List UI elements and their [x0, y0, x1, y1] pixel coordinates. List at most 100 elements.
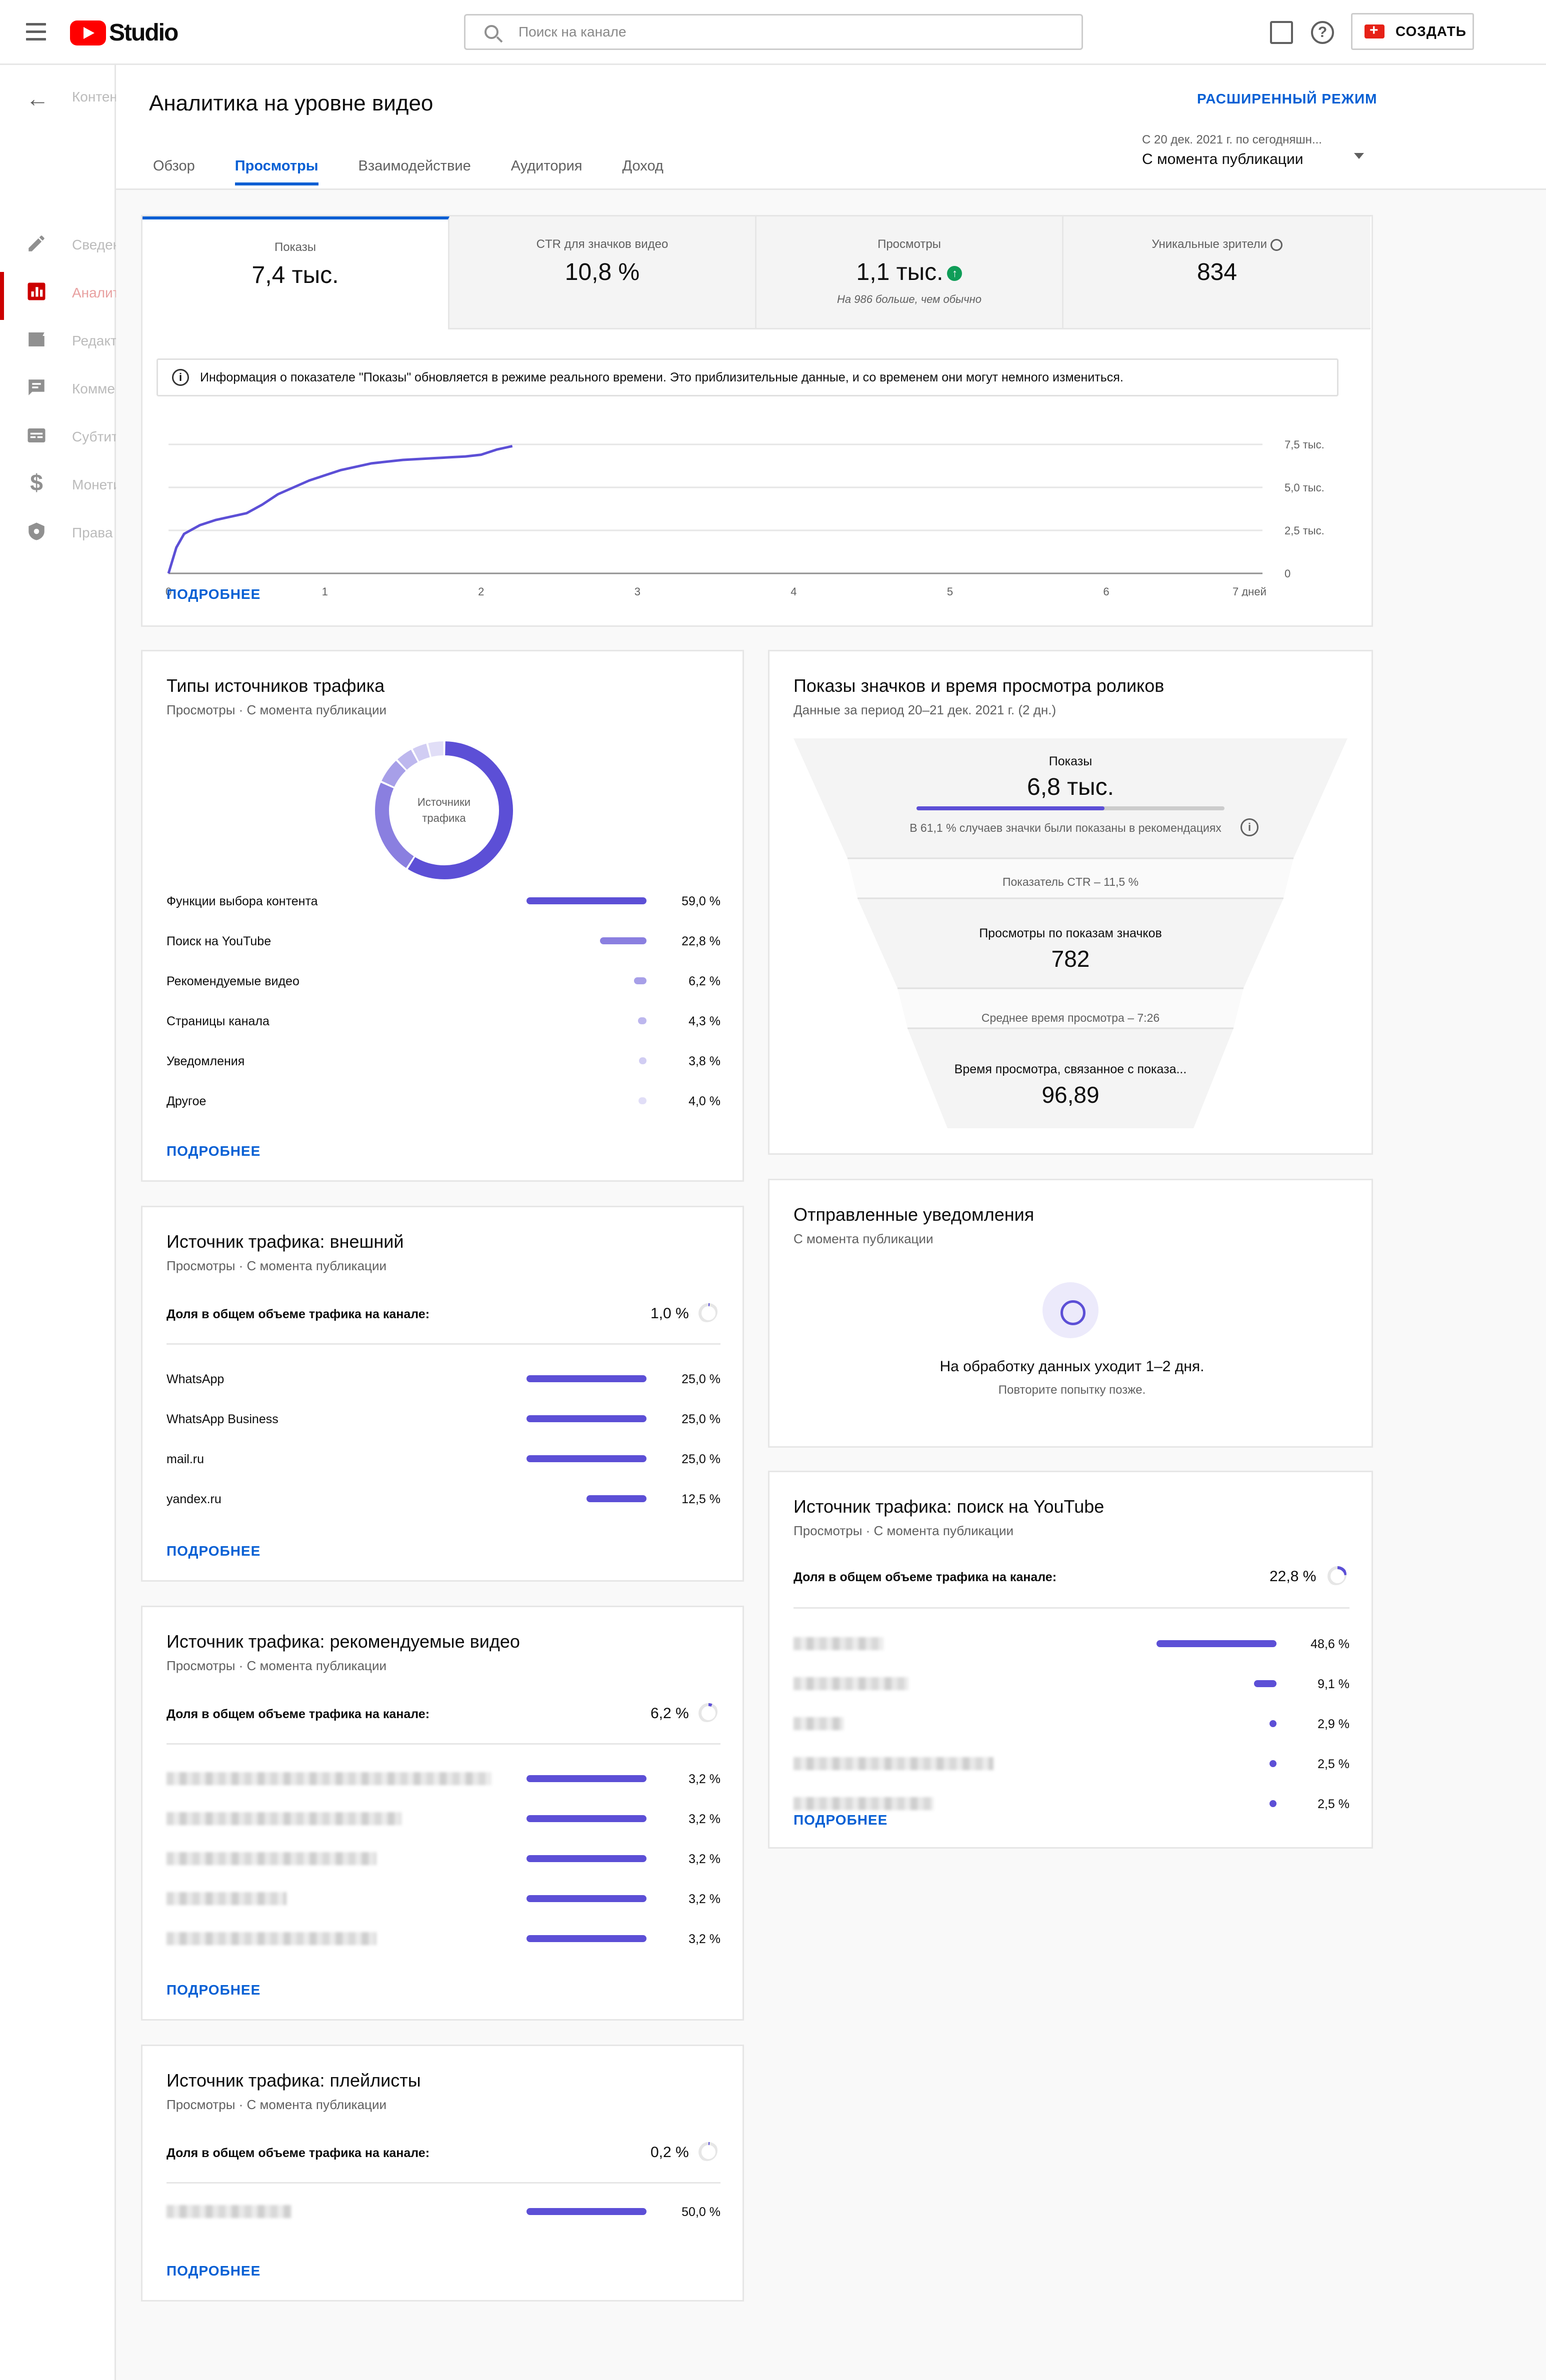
metric-impressions[interactable]: Показы 7,4 тыс. — [142, 216, 450, 329]
more-link[interactable]: ПОДРОБНЕЕ — [794, 1812, 888, 1828]
card-subtitle: Просмотры · С момента публикации — [166, 702, 386, 717]
list-item-percent: 12,5 % — [682, 1492, 720, 1506]
chevron-down-icon — [1354, 153, 1364, 159]
x-tick-label: 7 дней — [1232, 585, 1266, 596]
feedback-icon[interactable] — [1270, 21, 1293, 44]
subtitles-icon — [28, 428, 46, 442]
list-item: 2,9 % — [794, 1714, 1350, 1734]
funnel-card: Показы значков и время просмотра роликов… — [768, 650, 1373, 1155]
metric-value: 7,4 тыс. — [252, 262, 339, 288]
donut-slice — [397, 749, 418, 770]
back-arrow-icon[interactable]: ← — [26, 85, 49, 112]
sidebar-item-subtitles[interactable]: Субтитры — [72, 429, 116, 445]
info-icon[interactable]: i — [1240, 818, 1258, 836]
metrics-card: Показы 7,4 тыс. CTR для значков видео 10… — [141, 215, 1373, 627]
list-item-percent: 9,1 % — [1318, 1677, 1350, 1691]
card-subtitle: Данные за период 20–21 дек. 2021 г. (2 д… — [794, 702, 1056, 717]
share-bar — [526, 1935, 646, 1942]
period-value: С момента публикации — [1142, 151, 1304, 167]
menu-icon[interactable] — [26, 23, 46, 41]
playlists-traffic-card: Источник трафика: плейлисты Просмотры · … — [141, 2045, 744, 2302]
metric-label: Просмотры — [878, 237, 941, 251]
sidebar-item-details[interactable]: Сведения — [72, 237, 116, 253]
tab-overview[interactable]: Обзор — [153, 158, 195, 185]
metric-note: На 986 больше, чем обычно — [837, 293, 982, 305]
shield-icon — [28, 522, 44, 540]
redacted-name — [166, 1932, 376, 1945]
list-item: mail.ru 25,0 % — [166, 1449, 720, 1469]
create-button[interactable]: СОЗДАТЬ — [1351, 13, 1474, 50]
card-subtitle: С момента публикации — [794, 1231, 934, 1246]
tab-engagement[interactable]: Взаимодействие — [358, 158, 471, 185]
metric-ctr[interactable]: CTR для значков видео 10,8 % — [450, 216, 756, 329]
sidebar-item-analytics[interactable]: Аналитика — [72, 285, 116, 301]
metric-value-wrap: 1,1 тыс. ↑ — [756, 258, 1062, 286]
sidebar-item-comments[interactable]: Комментарии — [72, 381, 116, 397]
sidebar-active-indicator — [0, 272, 4, 320]
tab-revenue[interactable]: Доход — [622, 158, 664, 185]
share-bar — [526, 1775, 646, 1782]
list-item-percent: 4,0 % — [688, 1094, 720, 1108]
list-item: 2,5 % — [794, 1794, 1350, 1814]
list-item: 2,5 % — [794, 1754, 1350, 1774]
list-item-percent: 25,0 % — [682, 1372, 720, 1386]
donut-slice — [382, 760, 406, 787]
more-link[interactable]: ПОДРОБНЕЕ — [166, 2263, 260, 2279]
more-link[interactable]: ПОДРОБНЕЕ — [166, 1143, 260, 1159]
metric-unique-viewers[interactable]: Уникальные зрители 834 — [1064, 216, 1370, 329]
y-tick-label: 0 — [1284, 567, 1290, 580]
advanced-mode-link[interactable]: РАСШИРЕННЫЙ РЕЖИМ — [1197, 91, 1377, 107]
clock-icon — [1042, 1282, 1098, 1338]
share-bar — [526, 1455, 646, 1462]
list-item-name: yandex.ru — [166, 1492, 222, 1506]
help-icon[interactable]: ? — [1311, 21, 1334, 44]
donut-label-line: Источники — [417, 796, 471, 808]
period-range: С 20 дек. 2021 г. по сегодняшн... — [1142, 133, 1322, 146]
list-item-name: Страницы канала — [166, 1014, 270, 1028]
dollar-icon: $ — [30, 469, 43, 495]
metric-label: Показы — [274, 240, 316, 254]
x-tick-label: 1 — [322, 585, 328, 596]
redacted-name — [166, 1852, 376, 1865]
share-bar — [638, 1057, 646, 1064]
sidebar-item-copyright[interactable]: Права — [72, 525, 116, 541]
list-item-name: Рекомендуемые видео — [166, 974, 300, 988]
list-item-percent: 48,6 % — [1310, 1637, 1350, 1651]
metric-label-wrap: Уникальные зрители — [1064, 237, 1370, 251]
list-item: Поиск на YouTube 22,8 % — [166, 931, 720, 951]
period-selector[interactable]: С 20 дек. 2021 г. по сегодняшн... С моме… — [1142, 133, 1364, 168]
divider — [794, 1607, 1350, 1609]
share-bar — [586, 1495, 646, 1502]
list-item: WhatsApp Business 25,0 % — [166, 1409, 720, 1429]
impressions-line-chart: 02,5 тыс.5,0 тыс.7,5 тыс.0 1 2 3 4 5 6 7 дней — [166, 438, 1324, 596]
list-item-percent: 2,5 % — [1318, 1757, 1350, 1771]
list-item-percent: 22,8 % — [682, 934, 720, 948]
x-tick-label: 6 — [1103, 585, 1109, 596]
tab-views[interactable]: Просмотры — [234, 158, 318, 185]
more-link[interactable]: ПОДРОБНЕЕ — [166, 1982, 260, 1998]
sidebar-item-monetization[interactable]: Монетизация — [72, 477, 116, 493]
metric-views[interactable]: Просмотры 1,1 тыс. ↑ На 986 больше, чем о… — [756, 216, 1064, 329]
search-input[interactable]: Поиск на канале — [464, 14, 1083, 50]
external-traffic-card: Источник трафика: внешний Просмотры · С … — [141, 1206, 744, 1582]
sidebar-item-editor[interactable]: Редактор — [72, 333, 116, 349]
list-item-percent: 25,0 % — [682, 1452, 720, 1466]
share-label: Доля в общем объеме трафика на канале: — [794, 1570, 1057, 1584]
tab-audience[interactable]: Аудитория — [511, 158, 582, 185]
notifications-retry: Повторите попытку позже. — [998, 1383, 1146, 1397]
studio-logo[interactable]: Studio — [70, 19, 178, 46]
list-item-percent: 3,2 % — [688, 1772, 720, 1786]
share-bar — [1156, 1640, 1276, 1647]
analytics-icon — [28, 282, 46, 300]
pencil-icon — [28, 235, 44, 251]
redacted-name — [794, 1637, 884, 1650]
ring-fill — [1337, 1566, 1346, 1576]
more-link[interactable]: ПОДРОБНЕЕ — [166, 1543, 260, 1559]
redacted-name — [166, 1892, 286, 1905]
sidebar-item-content[interactable]: Контент — [72, 89, 116, 105]
recommend-progress-fill — [916, 806, 1105, 810]
card-subtitle: Просмотры · С момента публикации — [166, 2097, 386, 2112]
more-link[interactable]: ПОДРОБНЕЕ — [166, 586, 260, 602]
info-text: Информация о показателе "Показы" обновля… — [200, 370, 1124, 384]
clock-icon — [1270, 238, 1282, 251]
